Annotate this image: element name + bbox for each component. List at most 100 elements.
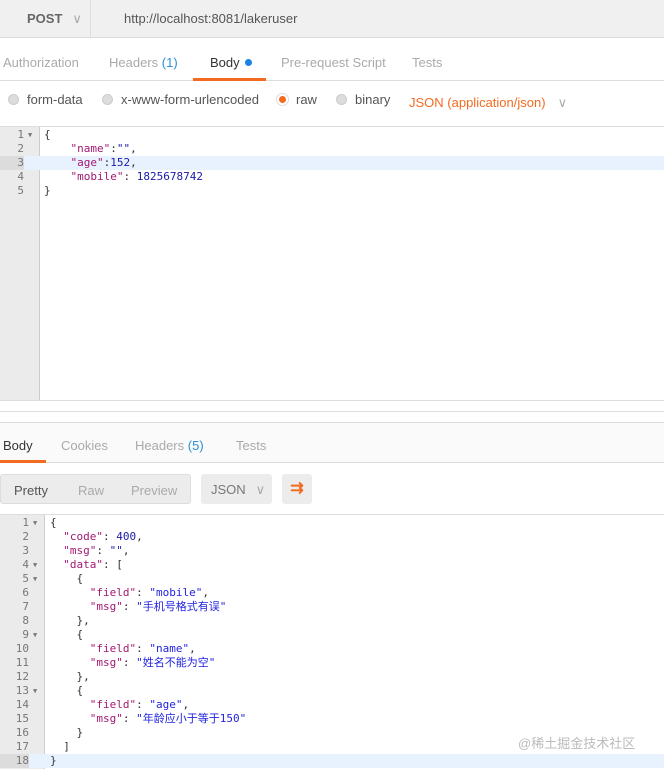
fold-arrow-icon[interactable]: ▼ xyxy=(33,558,37,572)
code-text: "code": 400, xyxy=(50,530,143,544)
code-line: 15 "msg": "年龄应小于等于150" xyxy=(0,712,664,726)
code-token: }, xyxy=(50,614,90,627)
code-token: : xyxy=(122,656,137,669)
radio-binary[interactable]: binary xyxy=(336,92,390,107)
code-token: "msg" xyxy=(89,656,123,669)
fold-arrow-icon[interactable]: ▼ xyxy=(33,684,37,698)
url-input[interactable]: http://localhost:8081/lakeruser xyxy=(124,11,297,26)
radio-icon xyxy=(102,94,113,105)
radio-icon xyxy=(8,94,19,105)
tab-headers[interactable]: Headers (1) xyxy=(109,55,178,70)
line-number: 1 xyxy=(22,516,29,529)
code-line: 5 ▼ { xyxy=(0,572,664,586)
tab-body[interactable]: Body xyxy=(210,55,252,70)
format-select[interactable]: JSON ∨ xyxy=(201,474,272,504)
tab-tests[interactable]: Tests xyxy=(412,55,442,70)
line-number: 14 xyxy=(15,698,29,711)
code-token: : xyxy=(136,642,150,655)
code-line: 12 }, xyxy=(0,670,664,684)
line-number: 12 xyxy=(15,670,29,683)
code-token: { xyxy=(50,572,84,585)
radio-form-data[interactable]: form-data xyxy=(8,92,83,107)
fold-arrow-icon[interactable]: ▼ xyxy=(33,572,37,586)
line-number: 9 xyxy=(22,628,29,641)
tab-label: Tests xyxy=(412,55,443,70)
code-token: { xyxy=(44,128,51,141)
code-token: : xyxy=(136,698,150,711)
code-token: "field" xyxy=(89,642,137,655)
radio-raw[interactable]: raw xyxy=(277,92,317,107)
tab-label: Body xyxy=(3,438,33,453)
fold-arrow-icon[interactable]: ▼ xyxy=(33,516,37,530)
code-text: "data": [ xyxy=(50,558,123,572)
code-token: , xyxy=(122,544,130,557)
code-text: { xyxy=(44,128,51,142)
code-text: "field": "mobile", xyxy=(50,586,209,600)
code-token: : xyxy=(103,530,117,543)
view-raw-button[interactable]: Raw xyxy=(78,483,104,498)
view-pretty-button[interactable]: Pretty xyxy=(14,483,48,498)
code-token: ] xyxy=(50,740,70,753)
radio-label: raw xyxy=(296,92,317,107)
code-token: "age" xyxy=(149,698,183,711)
code-line: 2 "code": 400, xyxy=(0,530,664,544)
tab-response-headers[interactable]: Headers (5) xyxy=(135,438,204,453)
line-number: 4 xyxy=(17,170,24,183)
code-token: { xyxy=(50,628,84,641)
code-line: 4 ▼ "data": [ xyxy=(0,558,664,572)
code-text: "msg": "姓名不能为空" xyxy=(50,656,216,670)
response-body-viewer[interactable]: 1 ▼{2 "code": 400, 3 "msg": "", 4 ▼ "data": … xyxy=(0,514,664,769)
tab-pre-request-script[interactable]: Pre-request Script xyxy=(281,55,386,70)
chevron-down-icon: ∨ xyxy=(255,482,266,497)
code-text: } xyxy=(50,754,57,768)
code-token: "field" xyxy=(89,586,137,599)
code-line: 4 "mobile": 1825678742 xyxy=(0,170,664,184)
code-token: : xyxy=(110,142,117,155)
tab-response-tests[interactable]: Tests xyxy=(236,438,266,453)
tab-label: Pre-request Script xyxy=(281,55,386,70)
wrap-icon: ⇉ xyxy=(290,480,304,497)
wrap-lines-button[interactable]: ⇉ xyxy=(282,474,312,504)
fold-arrow-icon[interactable]: ▼ xyxy=(28,128,32,142)
code-token: "年龄应小于等于150" xyxy=(136,712,247,725)
radio-label: form-data xyxy=(27,92,83,107)
radio-urlencoded[interactable]: x-www-form-urlencoded xyxy=(102,92,259,107)
code-token: , xyxy=(202,586,209,599)
view-preview-button[interactable]: Preview xyxy=(131,483,177,498)
line-number: 6 xyxy=(22,586,29,599)
code-token: , xyxy=(189,642,196,655)
code-token: "name" xyxy=(149,642,190,655)
code-text: { xyxy=(50,516,57,530)
radio-selected-icon xyxy=(277,94,288,105)
code-text: ] xyxy=(50,740,70,754)
code-token: 152 xyxy=(110,156,131,169)
tab-label: Headers xyxy=(109,55,159,70)
code-token: "name" xyxy=(70,142,111,155)
tab-label: Tests xyxy=(236,438,267,453)
line-number: 7 xyxy=(22,600,29,613)
tab-cookies[interactable]: Cookies xyxy=(61,438,108,453)
code-text: } xyxy=(50,726,83,740)
method-select[interactable]: POST ∨ xyxy=(0,0,91,37)
code-line: 11 "msg": "姓名不能为空" xyxy=(0,656,664,670)
response-tabs: Body Cookies Headers (5) Tests xyxy=(0,422,664,463)
content-type-select[interactable]: JSON (application/json) ∨ xyxy=(409,95,567,111)
fold-arrow-icon[interactable]: ▼ xyxy=(33,628,37,642)
request-body-editor[interactable]: 1 ▼{2 "name":"", 3 "age":152, 4 "mobile": 1… xyxy=(0,126,664,400)
request-tabs: Authorization Headers (1) Body Pre-reque… xyxy=(0,44,664,81)
tab-authorization[interactable]: Authorization xyxy=(3,55,79,70)
line-number: 2 xyxy=(17,142,24,155)
tab-label: Cookies xyxy=(61,438,108,453)
line-number: 5 xyxy=(17,184,24,197)
line-number: 8 xyxy=(22,614,29,627)
tab-response-body[interactable]: Body xyxy=(3,438,33,453)
modified-dot-icon xyxy=(244,59,252,66)
code-text: "msg": "年龄应小于等于150" xyxy=(50,712,247,726)
code-line: 6 "field": "mobile", xyxy=(0,586,664,600)
code-token: : xyxy=(123,170,137,183)
code-token: , xyxy=(182,698,190,711)
